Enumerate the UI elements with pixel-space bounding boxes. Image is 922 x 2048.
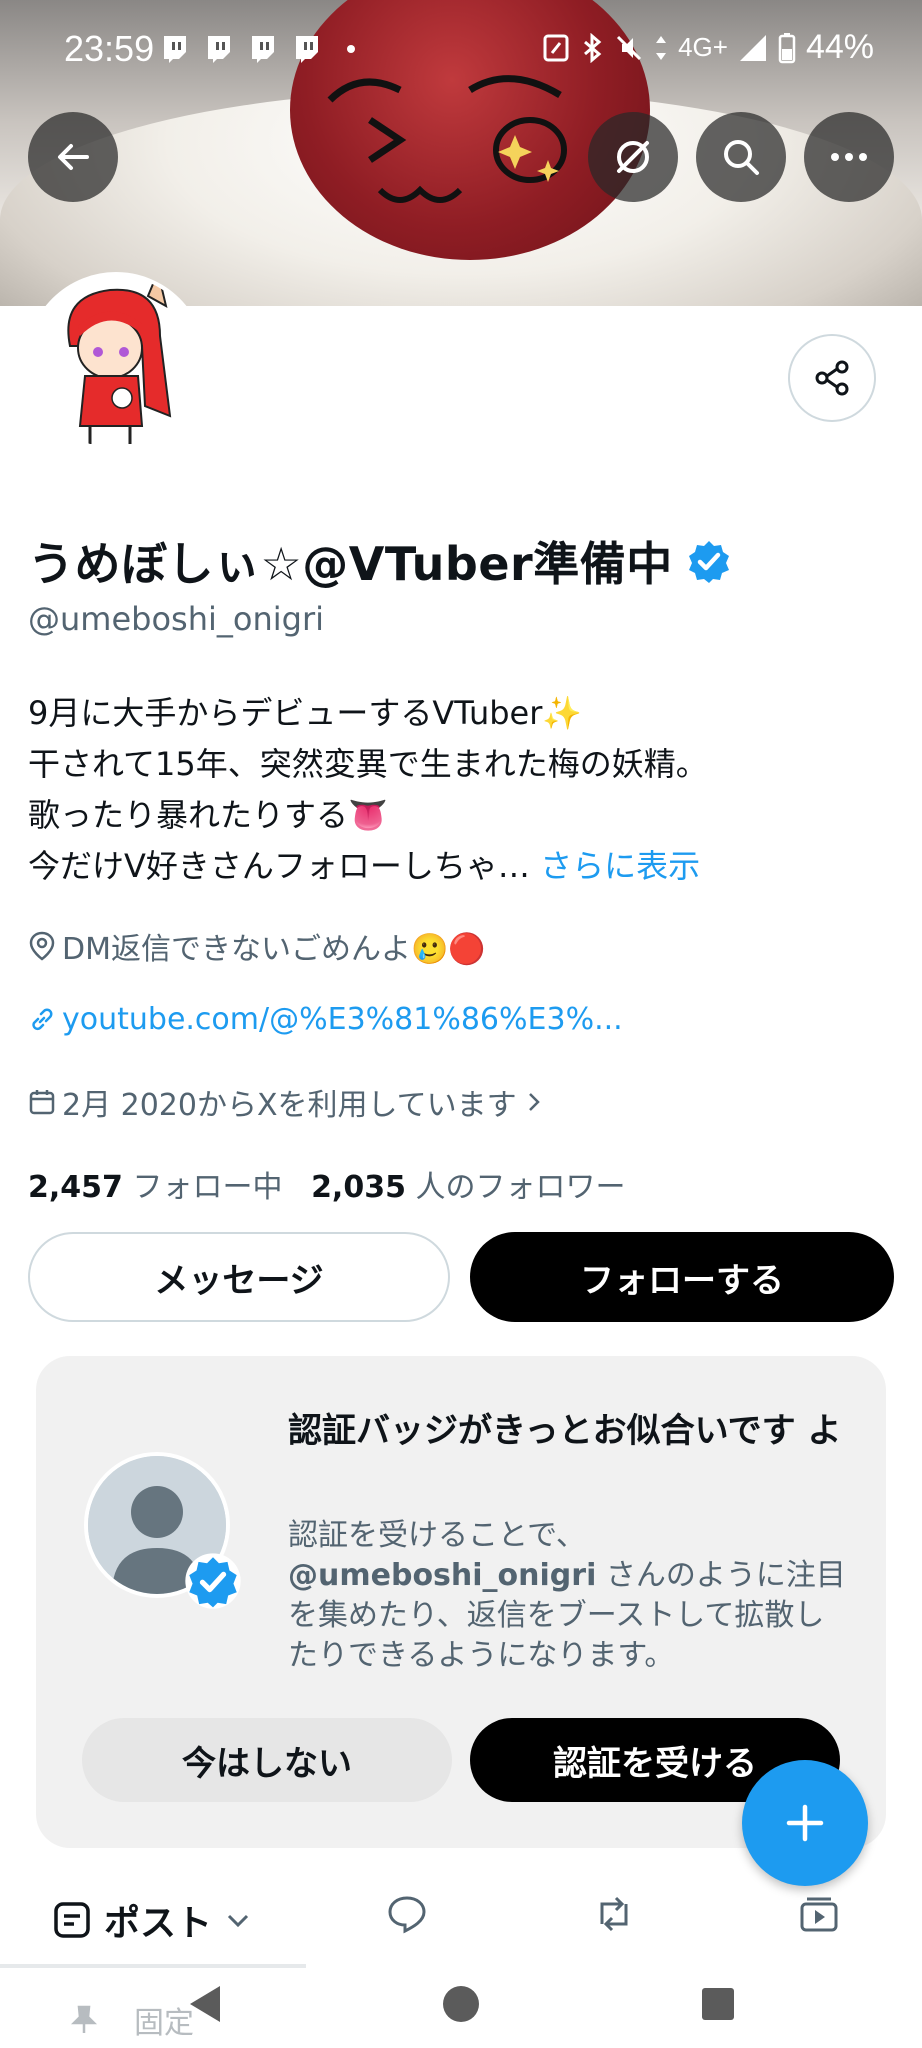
plus-icon: [786, 1804, 824, 1842]
home-circle-icon[interactable]: [441, 1982, 481, 2026]
location-pin-icon: [29, 931, 55, 961]
share-button[interactable]: [788, 334, 876, 422]
following-link[interactable]: 2,457 フォロー中: [28, 1170, 282, 1205]
profile-bio: 9月に大手からデビューするVTuber✨ 干されて15年、突然変異で生まれた梅の…: [28, 688, 888, 892]
display-name-text: うめぼしぃ☆@VTuber準備中: [28, 537, 673, 591]
twitch-icon: [208, 36, 230, 63]
profile-joined[interactable]: 2月 2020からXを利用しています: [28, 1080, 545, 1124]
website-link[interactable]: youtube.com/@%E3%81%86%E3%...: [62, 1002, 623, 1037]
avatar-image: [30, 276, 202, 448]
notification-icons: [160, 34, 366, 64]
back-button[interactable]: [28, 112, 118, 202]
more-button[interactable]: [804, 112, 894, 202]
profile-handle: @umeboshi_onigri: [28, 600, 324, 638]
message-button[interactable]: メッセージ: [28, 1232, 450, 1322]
twitch-icon: [252, 36, 274, 63]
battery-icon: [778, 32, 796, 63]
reply-bubble-icon: [388, 1896, 426, 1934]
bio-line-last: 今だけV好きさんフォローしちゃ… さらに表示: [28, 841, 888, 892]
status-time: 23:59: [64, 28, 155, 69]
tab-posts[interactable]: ポスト: [52, 1894, 252, 1946]
battery-level: 44%: [805, 28, 874, 66]
followers-link[interactable]: 2,035 人のフォロワー: [311, 1170, 625, 1205]
back-triangle-icon[interactable]: [184, 1982, 224, 2026]
profile-location: DM返信できないごめんよ🥲🔴: [28, 924, 486, 968]
show-more-link[interactable]: さらに表示: [540, 847, 700, 885]
bio-line: 干されて15年、突然変異で生まれた梅の妖精。: [28, 745, 708, 783]
location-text: DM返信できないごめんよ🥲🔴: [62, 932, 486, 967]
system-navigation-bar: [0, 1960, 922, 2048]
twitch-icon: [164, 36, 186, 63]
followers-count: 2,035: [311, 1170, 406, 1205]
verified-badge-icon: [185, 1553, 241, 1609]
grok-button[interactable]: [588, 112, 678, 202]
mute-icon: [617, 35, 642, 60]
more-horizontal-icon: [831, 153, 867, 161]
verify-body-handle: @umeboshi_onigri: [288, 1558, 597, 1593]
arrow-left-icon: [58, 144, 89, 170]
posts-icon: [54, 1902, 90, 1938]
slash-circle-icon: [617, 141, 649, 173]
tab-posts-label: ポスト: [104, 1903, 213, 1944]
repost-icon: [600, 1896, 628, 1932]
following-label: フォロー中: [132, 1170, 283, 1205]
search-icon: [724, 140, 759, 175]
profile-tabs: ポスト: [0, 1880, 922, 1964]
bio-line: 歌ったり暴れたりする👅: [28, 796, 388, 834]
profile-avatar[interactable]: [26, 272, 206, 452]
dismiss-button[interactable]: 今はしない: [82, 1718, 452, 1802]
verification-promo-card: 認証バッジがきっとお似合いです よ 認証を受けることで、 @umeboshi_o…: [36, 1356, 886, 1848]
data-arrows-icon: [656, 35, 667, 60]
share-icon: [815, 360, 849, 396]
nfc-icon: [543, 34, 569, 61]
network-type: 4G+: [678, 32, 728, 62]
recents-square-icon[interactable]: [698, 1982, 738, 2026]
calendar-icon: [29, 1090, 55, 1115]
link-icon: [32, 1008, 53, 1030]
chevron-down-icon: [227, 1914, 249, 1928]
video-library-icon: [800, 1897, 838, 1932]
search-button[interactable]: [696, 112, 786, 202]
follow-button[interactable]: フォローする: [470, 1232, 894, 1322]
compose-button[interactable]: [742, 1760, 868, 1886]
system-status: 4G+ 44%: [542, 28, 874, 67]
signal-icon: [739, 34, 766, 61]
tab-reposts[interactable]: [592, 1894, 636, 1934]
verify-card-body: 認証を受けることで、 @umeboshi_onigri さんのように注目を集めた…: [288, 1516, 848, 1676]
tab-replies[interactable]: [386, 1894, 428, 1934]
joined-text: 2月 2020からXを利用しています: [62, 1088, 517, 1123]
status-bar: 23:59 4G+ 44%: [0, 0, 922, 100]
verify-card-title: 認証バッジがきっとお似合いです よ: [288, 1411, 842, 1451]
tab-media[interactable]: [798, 1894, 840, 1934]
chevron-right-icon: [528, 1093, 540, 1111]
dot-icon: [347, 45, 355, 53]
profile-website[interactable]: youtube.com/@%E3%81%86%E3%...: [28, 1002, 623, 1037]
bluetooth-icon: [584, 32, 602, 63]
bio-line: 9月に大手からデビューするVTuber✨: [28, 694, 583, 732]
bio-line: 今だけV好きさんフォローしちゃ…: [28, 847, 530, 885]
verify-body-prefix: 認証を受けることで、: [288, 1518, 586, 1553]
follow-counts: 2,457 フォロー中 2,035 人のフォロワー: [28, 1162, 626, 1206]
display-name: うめぼしぃ☆@VTuber準備中: [28, 528, 731, 594]
verified-badge-icon[interactable]: [687, 539, 731, 583]
twitch-icon: [296, 36, 318, 63]
followers-label: 人のフォロワー: [415, 1170, 626, 1205]
following-count: 2,457: [28, 1170, 123, 1205]
